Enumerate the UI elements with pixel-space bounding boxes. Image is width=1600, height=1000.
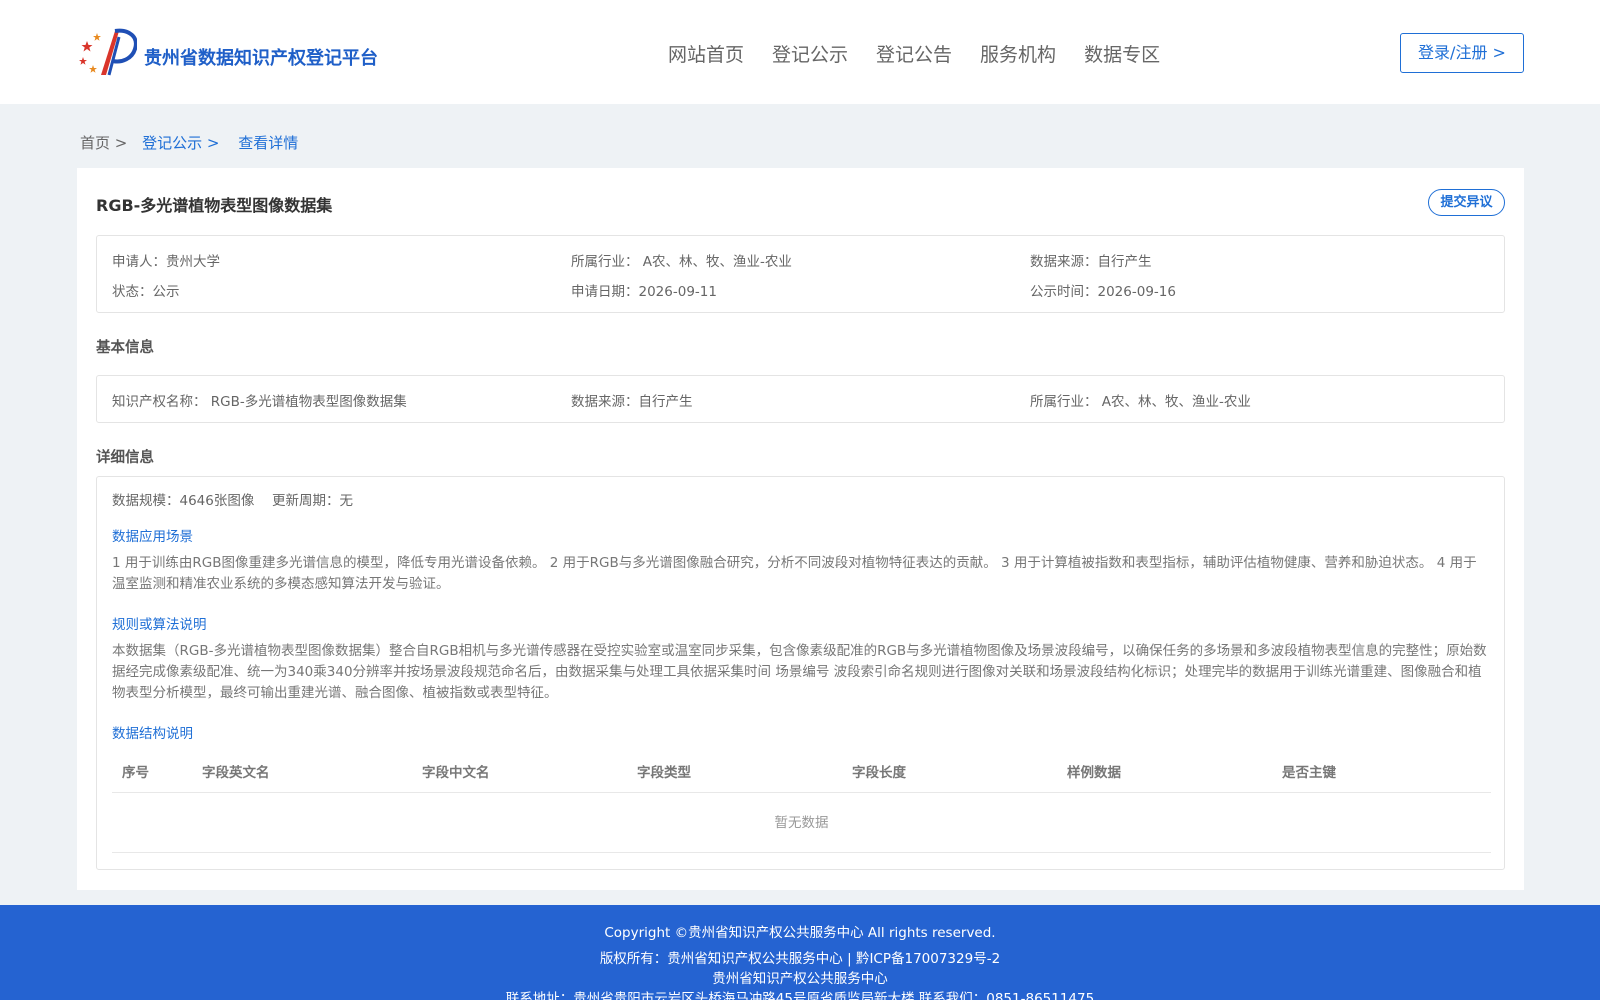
basic-source-field: 数据来源：自行产生 — [571, 394, 693, 410]
breadcrumb: 首页 > 登记公示 > 查看详情 — [80, 132, 298, 153]
rules-text: 本数据集（RGB-多光谱植物表型图像数据集）整合自RGB相机与多光谱传感器在受控… — [112, 643, 1487, 701]
rules-heading: 规则或算法说明 — [112, 617, 207, 633]
applicant-field: 申请人：贵州大学 — [112, 254, 220, 270]
login-register-button[interactable]: 登录/注册 > — [1400, 33, 1524, 73]
footer-contact: 联系地址：贵州省贵阳市云岩区头桥海马冲路45号原省质监局新大楼 联系我们：085… — [505, 991, 1095, 1000]
detail-info-heading: 详细信息 — [96, 450, 154, 466]
nav-service-agencies[interactable]: 服务机构 — [980, 40, 1056, 67]
breadcrumb-current: 查看详情 — [238, 134, 299, 152]
nav-registration-publicity[interactable]: 登记公示 — [772, 40, 848, 67]
col-index: 序号 — [122, 765, 149, 781]
footer-org: 贵州省知识产权公共服务中心 — [712, 971, 888, 987]
col-field-type: 字段类型 — [637, 765, 691, 781]
scenario-text: 1 用于训练由RGB图像重建多光谱信息的模型，降低专用光谱设备依赖。 2 用于R… — [112, 555, 1477, 592]
ip-name-field: 知识产权名称： RGB-多光谱植物表型图像数据集 — [112, 394, 407, 410]
breadcrumb-section[interactable]: 登记公示 > — [142, 134, 219, 152]
apply-date-field: 申请日期：2026-09-11 — [571, 284, 717, 300]
col-english-name: 字段英文名 — [202, 765, 270, 781]
footer-owner: 版权所有：贵州省知识产权公共服务中心 | 黔ICP备17007329号-2 — [599, 951, 1001, 967]
site-name: 贵州省数据知识产权登记平台 — [144, 48, 378, 69]
status-field: 状态：公示 — [112, 284, 180, 300]
update-cycle-field: 更新周期：无 — [272, 493, 353, 509]
publish-date-field: 公示时间：2026-09-16 — [1030, 284, 1176, 300]
nav-data-zone[interactable]: 数据专区 — [1084, 40, 1160, 67]
nav-home[interactable]: 网站首页 — [668, 40, 744, 67]
col-primary-key: 是否主键 — [1282, 765, 1336, 781]
basic-info-panel: 知识产权名称： RGB-多光谱植物表型图像数据集 数据来源：自行产生 所属行业：… — [96, 375, 1505, 423]
dataset-title: RGB-多光谱植物表型图像数据集 — [96, 196, 333, 215]
summary-panel: 申请人：贵州大学 所属行业： A农、林、牧、渔业-农业 数据来源：自行产生 状态… — [96, 235, 1505, 313]
footer-copyright: Copyright ©贵州省知识产权公共服务中心 All rights rese… — [604, 925, 996, 941]
industry-field: 所属行业： A农、林、牧、渔业-农业 — [571, 254, 792, 270]
structure-table-header: 序号 字段英文名 字段中文名 字段类型 字段长度 样例数据 是否主键 — [112, 753, 1491, 793]
structure-heading: 数据结构说明 — [112, 726, 193, 742]
platform-logo[interactable] — [79, 27, 137, 79]
scenario-heading: 数据应用场景 — [112, 529, 193, 545]
table-empty-state: 暂无数据 — [112, 793, 1491, 853]
col-field-length: 字段长度 — [852, 765, 906, 781]
detail-card: RGB-多光谱植物表型图像数据集 提交异议 申请人：贵州大学 所属行业： A农、… — [77, 168, 1524, 890]
top-header: 贵州省数据知识产权登记平台 网站首页 登记公示 登记公告 服务机构 数据专区 登… — [0, 0, 1600, 104]
site-footer: Copyright ©贵州省知识产权公共服务中心 All rights rese… — [0, 905, 1600, 1000]
submit-objection-button[interactable]: 提交异议 — [1428, 189, 1505, 216]
col-chinese-name: 字段中文名 — [422, 765, 490, 781]
detail-info-panel: 数据规模：4646张图像 更新周期：无 数据应用场景 1 用于训练由RGB图像重… — [96, 476, 1505, 870]
breadcrumb-home[interactable]: 首页 > — [80, 134, 127, 152]
basic-info-heading: 基本信息 — [96, 340, 154, 356]
main-nav: 网站首页 登记公示 登记公告 服务机构 数据专区 — [668, 40, 1188, 67]
basic-industry-field: 所属行业： A农、林、牧、渔业-农业 — [1030, 394, 1251, 410]
data-scale-field: 数据规模：4646张图像 — [112, 493, 255, 509]
nav-registration-announcement[interactable]: 登记公告 — [876, 40, 952, 67]
col-sample-data: 样例数据 — [1067, 765, 1121, 781]
source-field: 数据来源：自行产生 — [1030, 254, 1152, 270]
